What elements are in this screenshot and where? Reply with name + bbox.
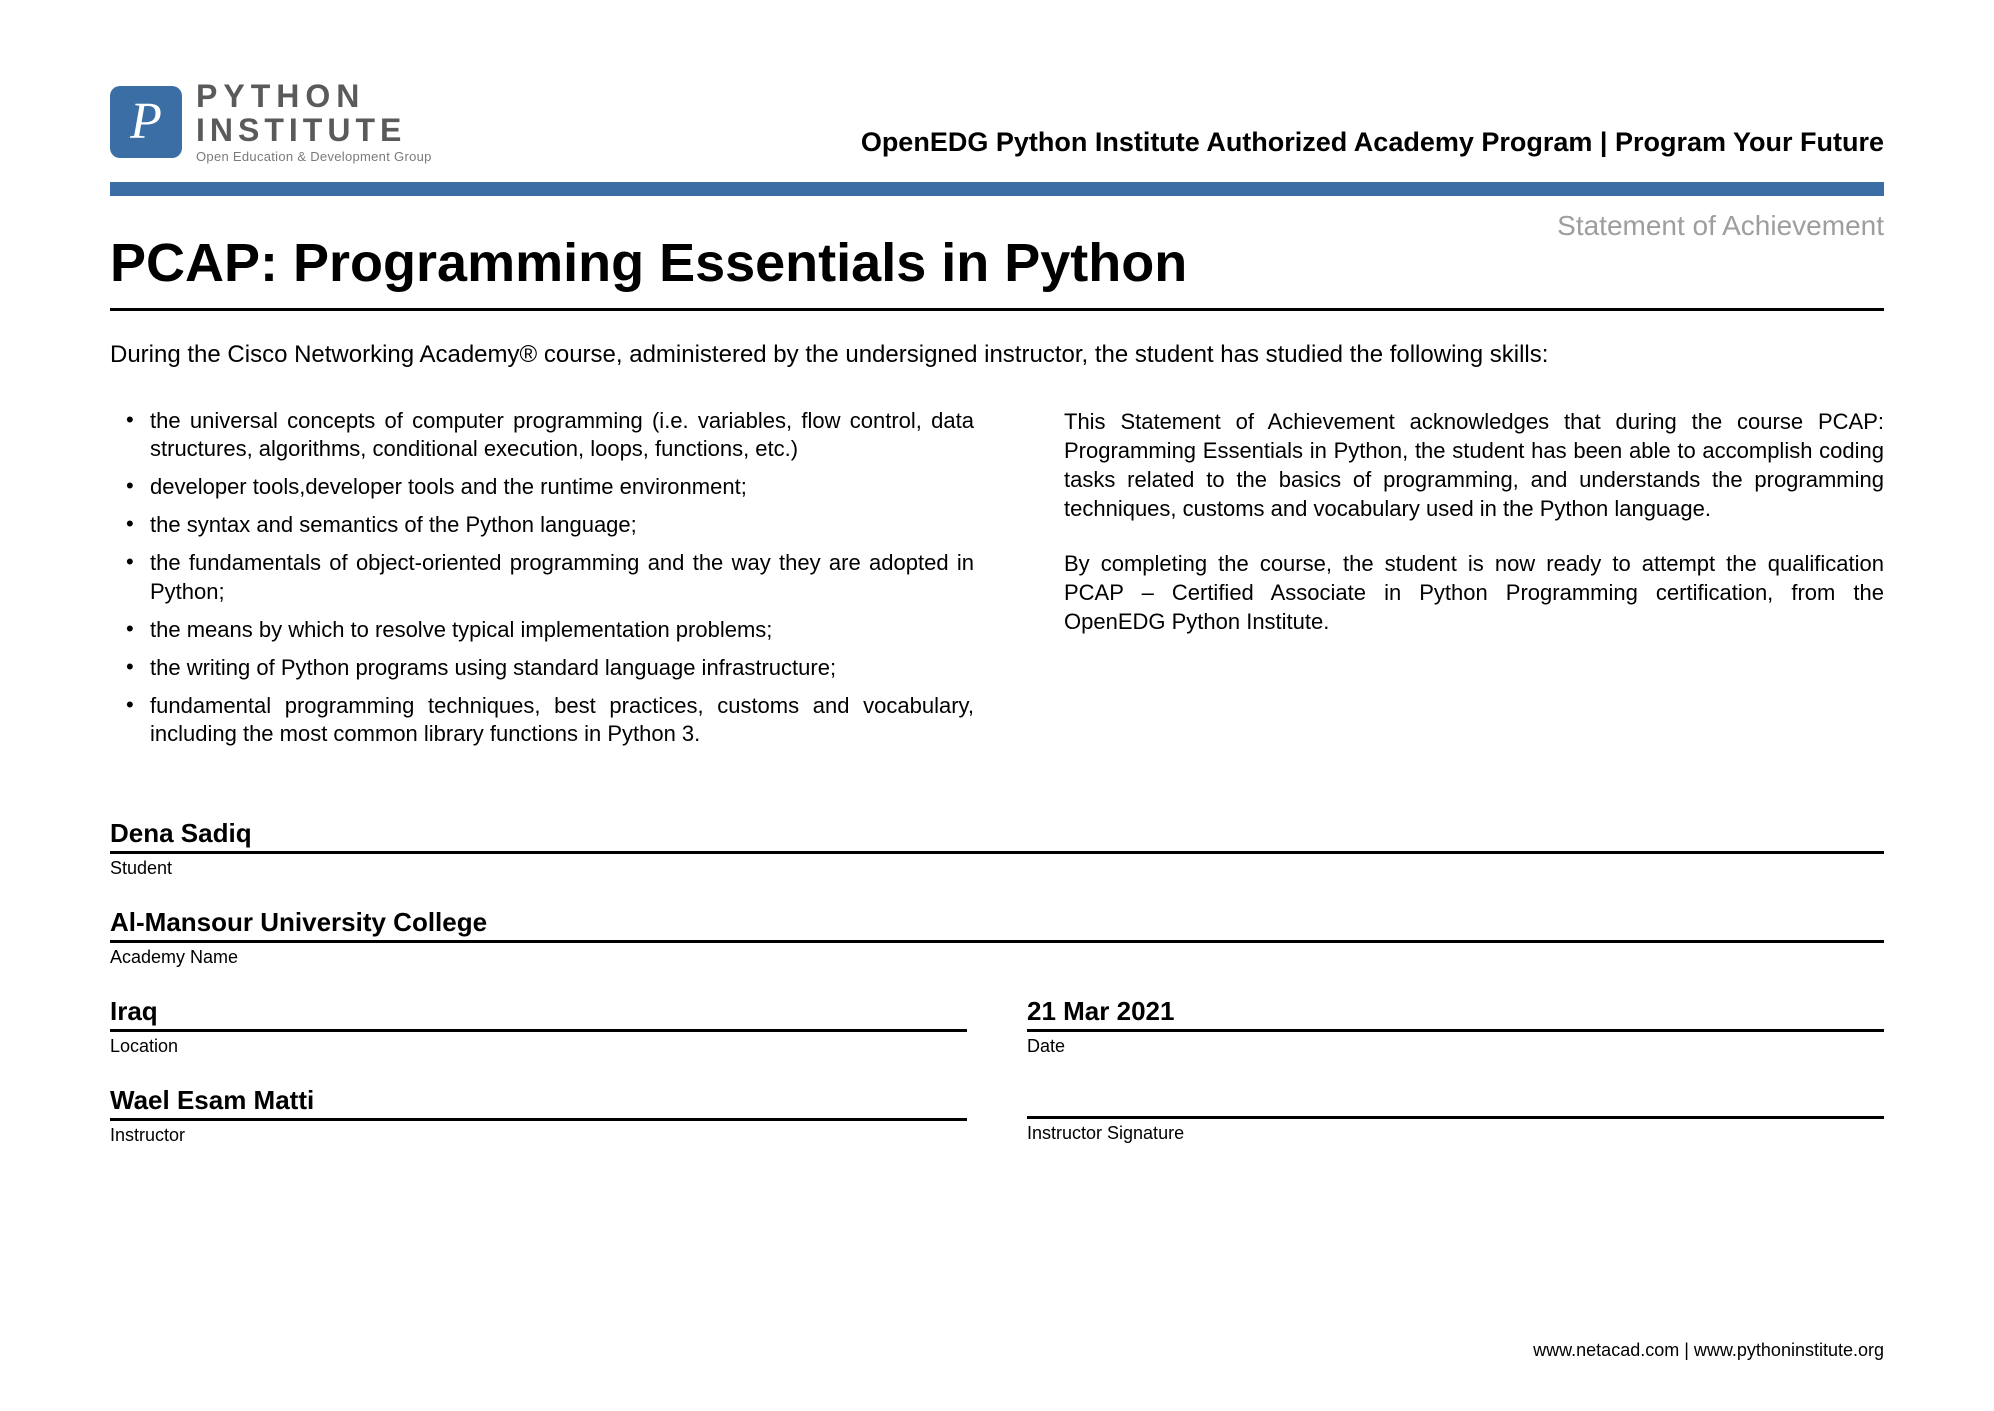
- signature-field: Instructor Signature: [1027, 1085, 1884, 1146]
- field-row: Dena Sadiq Student: [110, 818, 1884, 879]
- certificate-page: P PYTHON INSTITUTE Open Education & Deve…: [0, 0, 1994, 1411]
- achievement-paragraph-1: This Statement of Achievement acknowledg…: [1064, 407, 1884, 523]
- instructor-label: Instructor: [110, 1125, 967, 1146]
- course-title: PCAP: Programming Essentials in Python: [110, 232, 1884, 311]
- description-column: This Statement of Achievement acknowledg…: [1064, 407, 1884, 759]
- academy-name: Al-Mansour University College: [110, 907, 1884, 943]
- logo-line-1: PYTHON: [196, 80, 432, 114]
- field-row: Wael Esam Matti Instructor Instructor Si…: [110, 1085, 1884, 1146]
- skill-item: developer tools,developer tools and the …: [150, 473, 974, 501]
- skill-item: the syntax and semantics of the Python l…: [150, 511, 974, 539]
- instructor-field: Wael Esam Matti Instructor: [110, 1085, 967, 1146]
- logo-text: PYTHON INSTITUTE Open Education & Develo…: [196, 80, 432, 164]
- skill-item: fundamental programming techniques, best…: [150, 692, 974, 748]
- skills-column: the universal concepts of computer progr…: [110, 407, 974, 759]
- signature-fields: Dena Sadiq Student Al-Mansour University…: [110, 818, 1884, 1146]
- logo-subtitle: Open Education & Development Group: [196, 150, 432, 164]
- footer-links: www.netacad.com | www.pythoninstitute.or…: [1533, 1340, 1884, 1361]
- location-field: Iraq Location: [110, 996, 967, 1057]
- location-value: Iraq: [110, 996, 967, 1032]
- skill-item: the universal concepts of computer progr…: [150, 407, 974, 463]
- academy-label: Academy Name: [110, 947, 1884, 968]
- logo-line-2: INSTITUTE: [196, 114, 432, 148]
- date-label: Date: [1027, 1036, 1884, 1057]
- content-columns: the universal concepts of computer progr…: [110, 407, 1884, 759]
- python-institute-logo-icon: P: [110, 86, 182, 158]
- academy-field: Al-Mansour University College Academy Na…: [110, 907, 1884, 968]
- logo-block: P PYTHON INSTITUTE Open Education & Deve…: [110, 80, 432, 164]
- signature-value: [1027, 1085, 1884, 1119]
- field-row: Al-Mansour University College Academy Na…: [110, 907, 1884, 968]
- instructor-name: Wael Esam Matti: [110, 1085, 967, 1121]
- date-field: 21 Mar 2021 Date: [1027, 996, 1884, 1057]
- skill-item: the means by which to resolve typical im…: [150, 616, 974, 644]
- student-name: Dena Sadiq: [110, 818, 1884, 854]
- signature-label: Instructor Signature: [1027, 1123, 1884, 1144]
- date-value: 21 Mar 2021: [1027, 996, 1884, 1032]
- divider-bar: [110, 182, 1884, 196]
- skill-item: the fundamentals of object-oriented prog…: [150, 549, 974, 605]
- field-row: Iraq Location 21 Mar 2021 Date: [110, 996, 1884, 1057]
- program-tagline: OpenEDG Python Institute Authorized Acad…: [861, 127, 1884, 158]
- skill-item: the writing of Python programs using sta…: [150, 654, 974, 682]
- location-label: Location: [110, 1036, 967, 1057]
- student-label: Student: [110, 858, 1884, 879]
- student-field: Dena Sadiq Student: [110, 818, 1884, 879]
- achievement-paragraph-2: By completing the course, the student is…: [1064, 549, 1884, 636]
- intro-paragraph: During the Cisco Networking Academy® cou…: [110, 341, 1884, 369]
- skills-list: the universal concepts of computer progr…: [110, 407, 974, 749]
- header-row: P PYTHON INSTITUTE Open Education & Deve…: [110, 80, 1884, 164]
